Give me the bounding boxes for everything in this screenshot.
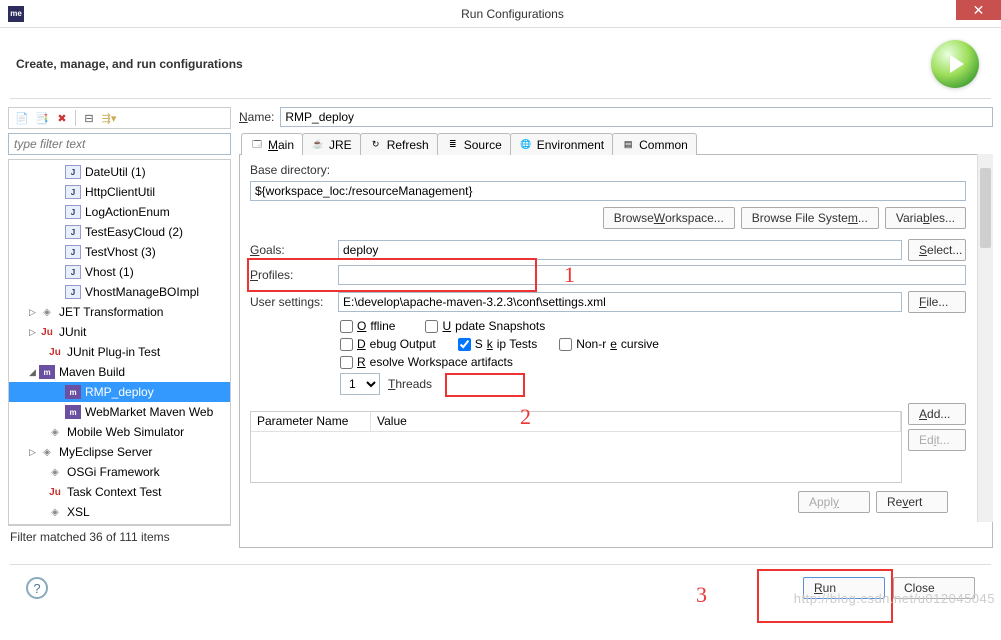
update-snapshots-checkbox[interactable]: Update Snapshots xyxy=(425,319,545,333)
tree-item[interactable]: JVhost (1) xyxy=(9,262,230,282)
tree-item[interactable]: JVhostManageBOImpl xyxy=(9,282,230,302)
threads-select[interactable]: 1 xyxy=(340,373,380,395)
annot-2: 2 xyxy=(520,404,531,430)
form-panel: Base directory: Browse Workspace... Brow… xyxy=(239,154,993,548)
profiles-label: Profiles: xyxy=(250,268,332,282)
tree-item[interactable]: mRMP_deploy xyxy=(9,382,230,402)
duplicate-icon[interactable]: 📑 xyxy=(33,109,51,127)
filter-input[interactable] xyxy=(8,133,231,155)
new-config-icon[interactable]: 📄 xyxy=(13,109,31,127)
filter-icon[interactable]: ⇶▾ xyxy=(100,109,118,127)
tree-item[interactable]: JuTask Context Test xyxy=(9,482,230,502)
resolve-workspace-checkbox[interactable]: Resolve Workspace artifacts xyxy=(340,355,513,369)
page-title: Create, manage, and run configurations xyxy=(16,57,243,71)
apply-button: Apply xyxy=(798,491,870,513)
browse-workspace-button[interactable]: Browse Workspace... xyxy=(603,207,735,229)
tab-environment[interactable]: 🌐Environment xyxy=(510,133,613,155)
goals-label: Goals: xyxy=(250,243,332,257)
tree-item[interactable]: ◈XSL xyxy=(9,502,230,522)
tab-source[interactable]: ≣Source xyxy=(437,133,511,155)
skip-tests-checkbox[interactable]: Skip Tests xyxy=(458,337,537,351)
add-button[interactable]: Add... xyxy=(908,403,966,425)
tree-item[interactable]: JLogActionEnum xyxy=(9,202,230,222)
threads-label: Threads xyxy=(388,377,432,391)
delete-icon[interactable]: ✖ xyxy=(53,109,71,127)
config-tree[interactable]: JDateUtil (1)JHttpClientUtilJLogActionEn… xyxy=(8,159,231,525)
tree-item[interactable]: mWebMarket Maven Web xyxy=(9,402,230,422)
name-label: Name: xyxy=(239,110,274,124)
edit-button: Edit... xyxy=(908,429,966,451)
form-scrollbar[interactable] xyxy=(977,154,993,522)
watermark: http://blog.csdn.net/u012045045 xyxy=(794,591,995,606)
annot-1: 1 xyxy=(564,262,575,288)
debug-output-checkbox[interactable]: Debug Output xyxy=(340,337,436,351)
user-settings-input[interactable] xyxy=(338,292,902,312)
tree-item[interactable]: JTestEasyCloud (2) xyxy=(9,222,230,242)
close-window-button[interactable]: ✕ xyxy=(956,0,1001,20)
filter-status: Filter matched 36 of 111 items xyxy=(8,525,231,548)
base-dir-input[interactable] xyxy=(250,181,966,201)
annot-3: 3 xyxy=(696,582,707,608)
user-settings-label: User settings: xyxy=(250,295,332,309)
window-title: Run Configurations xyxy=(24,7,1001,21)
tree-item[interactable]: JuJUnit Plug-in Test xyxy=(9,342,230,362)
tree-item[interactable]: ▷◈MyEclipse Server xyxy=(9,442,230,462)
tab-refresh[interactable]: ↻Refresh xyxy=(360,133,438,155)
app-icon: me xyxy=(8,6,24,22)
tree-item[interactable]: ◢mMaven Build xyxy=(9,362,230,382)
tree-item[interactable]: ▷◈JET Transformation xyxy=(9,302,230,322)
variables-button[interactable]: Variables... xyxy=(885,207,966,229)
col-value: Value xyxy=(371,412,901,431)
tree-item[interactable]: JDateUtil (1) xyxy=(9,162,230,182)
name-input[interactable] xyxy=(280,107,993,127)
parameters-table[interactable]: Parameter Name Value xyxy=(250,411,902,483)
tree-item[interactable]: ▷JuJUnit xyxy=(9,322,230,342)
run-orb-icon xyxy=(931,40,979,88)
tab-main[interactable]: 🗔Main xyxy=(241,133,303,155)
tab-common[interactable]: ▤Common xyxy=(612,133,697,155)
file-button[interactable]: File... xyxy=(908,291,966,313)
revert-button[interactable]: Revert xyxy=(876,491,948,513)
offline-checkbox[interactable]: Offline xyxy=(340,319,395,333)
tree-item[interactable]: ◈Mobile Web Simulator xyxy=(9,422,230,442)
goals-input[interactable] xyxy=(338,240,902,260)
non-recursive-checkbox[interactable]: Non-recursive xyxy=(559,337,659,351)
col-param-name: Parameter Name xyxy=(251,412,371,431)
browse-filesystem-button[interactable]: Browse File System... xyxy=(741,207,879,229)
help-icon[interactable]: ? xyxy=(26,577,48,599)
base-dir-label: Base directory: xyxy=(250,163,330,177)
select-button[interactable]: Select... xyxy=(908,239,966,261)
tab-jre[interactable]: ☕JRE xyxy=(302,133,361,155)
left-toolbar: 📄 📑 ✖ ⊟ ⇶▾ xyxy=(8,107,231,129)
tree-item[interactable]: JHttpClientUtil xyxy=(9,182,230,202)
tree-item[interactable]: ◈OSGi Framework xyxy=(9,462,230,482)
collapse-icon[interactable]: ⊟ xyxy=(80,109,98,127)
profiles-input[interactable] xyxy=(338,265,966,285)
tree-item[interactable]: JTestVhost (3) xyxy=(9,242,230,262)
